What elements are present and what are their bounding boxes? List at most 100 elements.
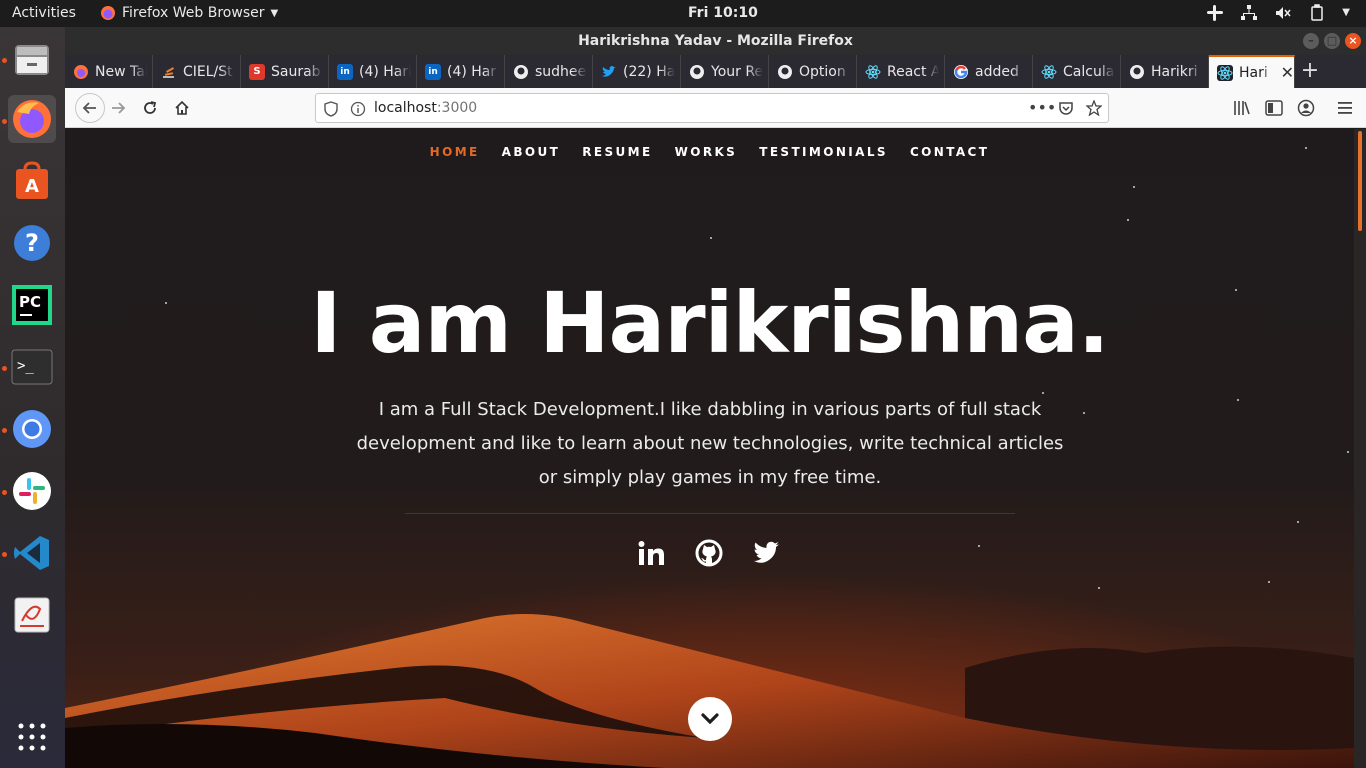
tab[interactable]: Your Re [681, 55, 769, 88]
tab-active[interactable]: Hari ✕ [1209, 55, 1295, 88]
reload-button[interactable] [138, 96, 162, 120]
tab[interactable]: Harikri [1121, 55, 1209, 88]
star-decoration [1133, 186, 1135, 188]
network-icon[interactable] [1240, 4, 1258, 22]
running-indicator [2, 428, 7, 433]
chromium-icon[interactable] [8, 405, 56, 453]
app-grid-icon[interactable] [8, 713, 56, 761]
tab[interactable]: added [945, 55, 1033, 88]
hamburger-menu-icon[interactable] [1337, 100, 1353, 116]
desert-dune-illustration [65, 614, 1354, 768]
info-icon[interactable] [350, 101, 366, 117]
scrollbar-thumb[interactable] [1358, 131, 1362, 231]
hero-divider [405, 513, 1015, 514]
star-decoration [1083, 412, 1085, 414]
star-decoration [1098, 587, 1100, 589]
slack-tray-icon[interactable] [1206, 4, 1224, 22]
battery-icon[interactable] [1308, 4, 1326, 22]
star-decoration [1127, 219, 1129, 221]
system-tray[interactable]: ▼ [1206, 4, 1350, 22]
nav-link-works[interactable]: WORKS [675, 145, 738, 159]
bookmark-star-icon[interactable] [1086, 100, 1102, 116]
close-window-button[interactable]: × [1345, 33, 1361, 49]
help-icon[interactable]: ? [8, 219, 56, 267]
nav-link-home[interactable]: HOME [430, 145, 480, 159]
vscode-icon[interactable] [8, 529, 56, 577]
nav-link-contact[interactable]: CONTACT [910, 145, 989, 159]
arrow-left-icon [82, 102, 96, 114]
tab[interactable]: Calcula [1033, 55, 1121, 88]
page-actions-icon[interactable]: ••• [1028, 98, 1056, 117]
firefox-icon [101, 6, 115, 20]
close-tab-icon[interactable]: ✕ [1281, 63, 1294, 82]
window-titlebar[interactable]: Harikrishna Yadav - Mozilla Firefox – □ … [65, 27, 1366, 55]
star-decoration [978, 545, 980, 547]
terminal-icon[interactable]: >_ [8, 343, 56, 391]
slack-icon[interactable] [8, 467, 56, 515]
twitter-icon[interactable] [752, 538, 782, 568]
tab-label: (4) Har [447, 63, 497, 80]
tab-label: Calcula [1063, 63, 1115, 80]
tab-label: Hari [1239, 64, 1268, 81]
tab[interactable]: React A [857, 55, 945, 88]
volume-muted-icon[interactable] [1274, 4, 1292, 22]
home-button[interactable] [170, 96, 194, 120]
tab-label: Saurab [271, 63, 321, 80]
document-viewer-icon[interactable] [8, 591, 56, 639]
app-menu[interactable]: Firefox Web Browser ▼ [100, 5, 278, 21]
main-nav: HOME ABOUT RESUME WORKS TESTIMONIALS CONTACT [65, 145, 1354, 159]
github-icon [777, 64, 793, 80]
shield-icon[interactable] [324, 101, 338, 117]
tab[interactable]: New Tab [65, 55, 153, 88]
scroll-down-button[interactable] [688, 697, 732, 741]
forward-button[interactable] [106, 96, 130, 120]
github-icon [513, 64, 529, 80]
library-icon[interactable] [1233, 100, 1251, 116]
minimize-button[interactable]: – [1303, 33, 1319, 49]
address-bar[interactable]: localhost:3000 ••• [315, 93, 1109, 123]
url-host: localhost [374, 100, 437, 116]
tab-label: sudhee [535, 63, 587, 80]
pocket-icon[interactable] [1058, 100, 1074, 116]
pycharm-icon[interactable]: PC [8, 281, 56, 329]
url-text[interactable]: localhost:3000 [374, 100, 477, 116]
files-icon[interactable] [8, 35, 56, 83]
reload-icon [144, 101, 157, 114]
star-decoration [710, 237, 712, 239]
sidebar-icon[interactable] [1265, 100, 1283, 116]
hero-intro: I am a Full Stack Development.I like dab… [349, 393, 1071, 495]
tab[interactable]: sudhee [505, 55, 593, 88]
tab-label: Your Re [711, 63, 763, 80]
nav-link-testimonials[interactable]: TESTIMONIALS [759, 145, 888, 159]
nav-link-resume[interactable]: RESUME [582, 145, 652, 159]
tab-label: Option [799, 63, 846, 80]
tab[interactable]: in (4) Har [417, 55, 505, 88]
tab[interactable]: in (4) Hari [329, 55, 417, 88]
firefox-icon[interactable] [8, 95, 56, 143]
back-button[interactable] [75, 93, 105, 123]
tab-strip: New Tab CIEL/St S Saurab in (4) Hari in … [65, 55, 1366, 88]
tab[interactable]: S Saurab [241, 55, 329, 88]
tab[interactable]: (22) Ha [593, 55, 681, 88]
tab-label: React A [887, 63, 939, 80]
hero-headline: I am Harikrishna. [310, 274, 1109, 372]
running-indicator [2, 119, 7, 124]
tab[interactable]: Option [769, 55, 857, 88]
github-icon [689, 64, 705, 80]
activities-button[interactable]: Activities [12, 5, 76, 21]
nav-link-about[interactable]: ABOUT [502, 145, 561, 159]
software-center-icon[interactable]: A [8, 157, 56, 205]
intro-line: development and like to learn about new … [356, 433, 1064, 454]
linkedin-icon[interactable] [636, 538, 666, 568]
clock[interactable]: Fri 10:10 [688, 5, 758, 21]
new-tab-button[interactable]: + [1295, 55, 1325, 88]
page-scrollbar[interactable] [1354, 129, 1366, 768]
intro-line: I am a Full Stack Development.I like dab… [378, 399, 1042, 420]
chevron-down-icon[interactable]: ▼ [1342, 4, 1350, 22]
navigation-toolbar: localhost:3000 ••• [65, 88, 1366, 128]
maximize-button[interactable]: □ [1324, 33, 1340, 49]
account-icon[interactable] [1297, 99, 1315, 117]
tab[interactable]: CIEL/St [153, 55, 241, 88]
github-icon[interactable] [694, 538, 724, 568]
running-indicator [2, 58, 7, 63]
